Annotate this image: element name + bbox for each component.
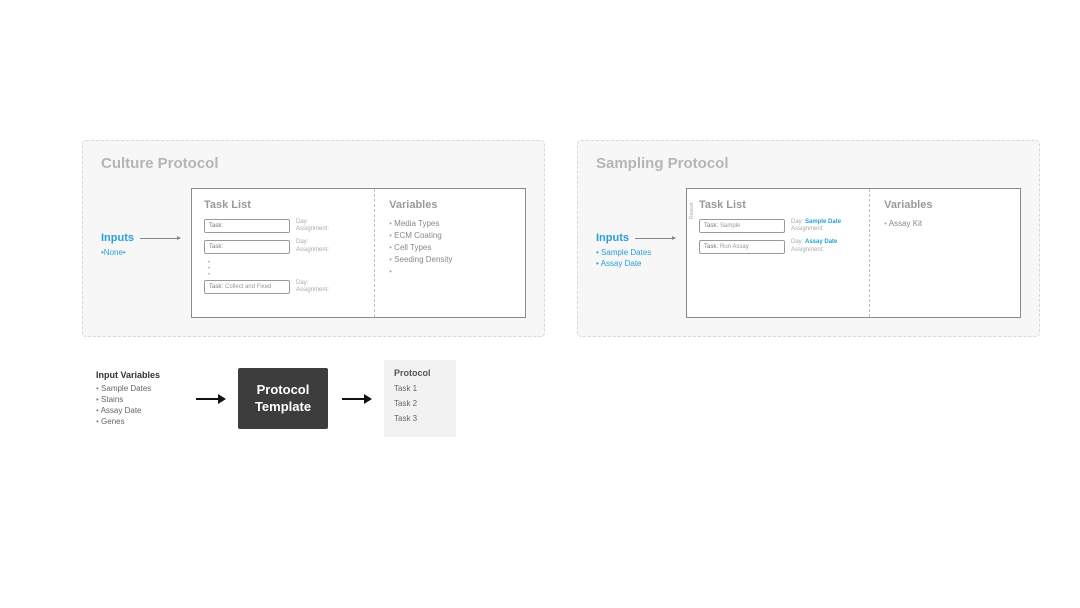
culture-body: Inputs •None• Task List Task: Day: (101, 188, 526, 318)
vertical-ellipsis-icon: ••• (208, 260, 364, 278)
task-day-row: Day: Assay Date (791, 239, 837, 246)
protocol-template-flow: Input Variables Sample Dates Stains Assa… (96, 360, 456, 437)
protocols-row: Culture Protocol Inputs •None• Task List… (82, 140, 1040, 337)
variable-item (389, 267, 515, 276)
sampling-inputs-label: Inputs (596, 232, 629, 244)
culture-inputs-label: Inputs (101, 232, 134, 244)
protocol-template-box: Protocol Template (238, 368, 328, 429)
sampling-body: Inputs Sample Dates Assay Date Task List… (596, 188, 1021, 318)
protocol-output-task: Task 1 (394, 384, 446, 393)
sampling-protocol-card: Sampling Protocol Inputs Sample Dates As… (577, 140, 1040, 337)
task-box: Task: (204, 219, 290, 233)
task-box: Task: (204, 240, 290, 254)
protocol-output-task: Task 3 (394, 414, 446, 423)
template-label-line1: Protocol (250, 382, 316, 398)
input-variable-item: Sample Dates (96, 384, 182, 393)
task-side: Day: Assignment: (296, 239, 329, 253)
task-day-value: Sample Date (805, 219, 841, 225)
task-label: Task: (209, 223, 223, 229)
variable-item: Assay Kit (884, 219, 1010, 228)
task-row: Task: Day: Assignment: (204, 219, 364, 233)
task-assign-label: Assignment: (296, 226, 329, 233)
input-item: Sample Dates (596, 248, 686, 257)
task-day-row: Day: Sample Date (791, 219, 841, 226)
sampling-inputs-col: Inputs Sample Dates Assay Date (596, 232, 686, 268)
task-side: Day: Assignment: (296, 219, 329, 233)
input-variable-item: Stains (96, 395, 182, 404)
variable-item: Media Types (389, 219, 515, 228)
culture-title: Culture Protocol (101, 155, 526, 172)
task-name: Collect and Fixed (225, 284, 271, 290)
task-assign-label: Assignment: (296, 247, 329, 254)
sampling-title: Sampling Protocol (596, 155, 1021, 172)
task-day-label: Day: (296, 219, 329, 226)
task-label: Task: (704, 223, 718, 229)
variables-heading: Variables (389, 199, 515, 211)
task-row: Task: Run Assay Day: Assay Date Assignme… (699, 239, 859, 253)
task-row: Repeat Task: Sample Day: Sample Date Ass… (699, 219, 859, 233)
sampling-variables: Variables Assay Kit (870, 189, 1020, 317)
arrow-icon (140, 238, 180, 239)
task-label: Task: (209, 284, 223, 290)
culture-tasklist: Task List Task: Day: Assignment: (192, 189, 375, 317)
repeat-note: Repeat (689, 203, 695, 219)
task-name: Sample (720, 223, 740, 229)
task-side: Day: Assignment: (296, 280, 329, 294)
culture-variables: Variables Media Types ECM Coating Cell T… (375, 189, 525, 317)
protocol-output-task: Task 2 (394, 399, 446, 408)
task-day-label: Day: (791, 239, 803, 245)
variables-heading: Variables (884, 199, 1010, 211)
arrow-icon (635, 238, 675, 239)
task-label: Task: (704, 244, 718, 250)
tasklist-heading: Task List (204, 199, 364, 211)
input-variable-item: Genes (96, 417, 182, 426)
culture-inputs-label-row: Inputs (101, 232, 191, 244)
culture-inputs-col: Inputs •None• (101, 232, 191, 257)
task-assign-label: Assignment: (296, 287, 329, 294)
task-side: Day: Assay Date Assignment: (791, 239, 837, 253)
task-box: Task: Collect and Fixed (204, 280, 290, 294)
variable-item: Seeding Density (389, 255, 515, 264)
task-day-label: Day: (296, 280, 329, 287)
input-variables-title: Input Variables (96, 370, 182, 380)
task-day-label: Day: (296, 239, 329, 246)
task-row: Task: Collect and Fixed Day: Assignment: (204, 280, 364, 294)
task-assign-label: Assignment: (791, 226, 841, 233)
culture-protocol-card: Culture Protocol Inputs •None• Task List… (82, 140, 545, 337)
variable-item: ECM Coating (389, 231, 515, 240)
input-item: Assay Date (596, 259, 686, 268)
template-label-line2: Template (250, 399, 316, 415)
culture-inner-panel: Task List Task: Day: Assignment: (191, 188, 526, 318)
variable-item: Cell Types (389, 243, 515, 252)
task-label: Task: (209, 244, 223, 250)
input-variable-item: Assay Date (96, 406, 182, 415)
arrow-right-icon (196, 398, 224, 400)
task-box: Task: Run Assay (699, 240, 785, 254)
task-day-label: Day: (791, 219, 803, 225)
task-day-value: Assay Date (805, 239, 837, 245)
task-row: Task: Day: Assignment: (204, 239, 364, 253)
protocol-output-title: Protocol (394, 368, 446, 378)
tasklist-heading: Task List (699, 199, 859, 211)
protocol-output-block: Protocol Task 1 Task 2 Task 3 (384, 360, 456, 437)
sampling-tasklist: Task List Repeat Task: Sample Day: Sampl… (687, 189, 870, 317)
task-box: Task: Sample (699, 219, 785, 233)
task-name: Run Assay (720, 244, 749, 250)
input-variables-block: Input Variables Sample Dates Stains Assa… (96, 370, 182, 428)
sampling-inputs-label-row: Inputs (596, 232, 686, 244)
arrow-right-icon (342, 398, 370, 400)
task-assign-label: Assignment: (791, 247, 837, 254)
task-side: Day: Sample Date Assignment: (791, 219, 841, 233)
culture-inputs-none: •None• (101, 248, 191, 257)
sampling-inner-panel: Task List Repeat Task: Sample Day: Sampl… (686, 188, 1021, 318)
